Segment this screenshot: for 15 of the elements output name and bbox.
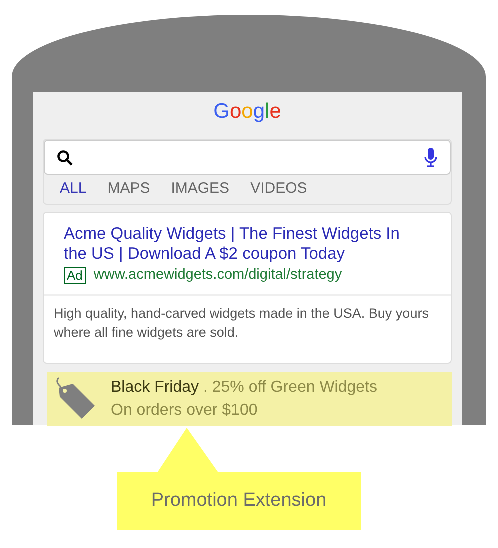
google-logo: Google xyxy=(212,99,282,125)
promotion-headline: Black Friday . 25% off Green Widgets xyxy=(111,378,378,398)
ad-label: Ad xyxy=(64,267,86,284)
ad-title-link[interactable]: Acme Quality Widgets | The Finest Widgets In the US | Download A $2 coupon Today xyxy=(44,212,451,264)
search-tab[interactable]: IMAGES xyxy=(171,175,230,204)
callout-pointer xyxy=(158,428,218,472)
ad-description: High quality, hand-carved widgets made in the USA. Buy yours where all fine widgets are sold. xyxy=(44,294,451,363)
microphone-icon[interactable] xyxy=(424,148,438,168)
search-tab[interactable]: ALL xyxy=(60,175,87,204)
search-tab[interactable]: VIDEOS xyxy=(250,175,308,204)
search-tab[interactable]: MAPS xyxy=(108,175,150,204)
ad-url: www.acmewidgets.com/digital/strategy xyxy=(94,266,342,285)
search-icon[interactable] xyxy=(57,150,73,166)
promotion-condition: On orders over $100 xyxy=(111,400,259,421)
search-field[interactable] xyxy=(44,140,451,176)
